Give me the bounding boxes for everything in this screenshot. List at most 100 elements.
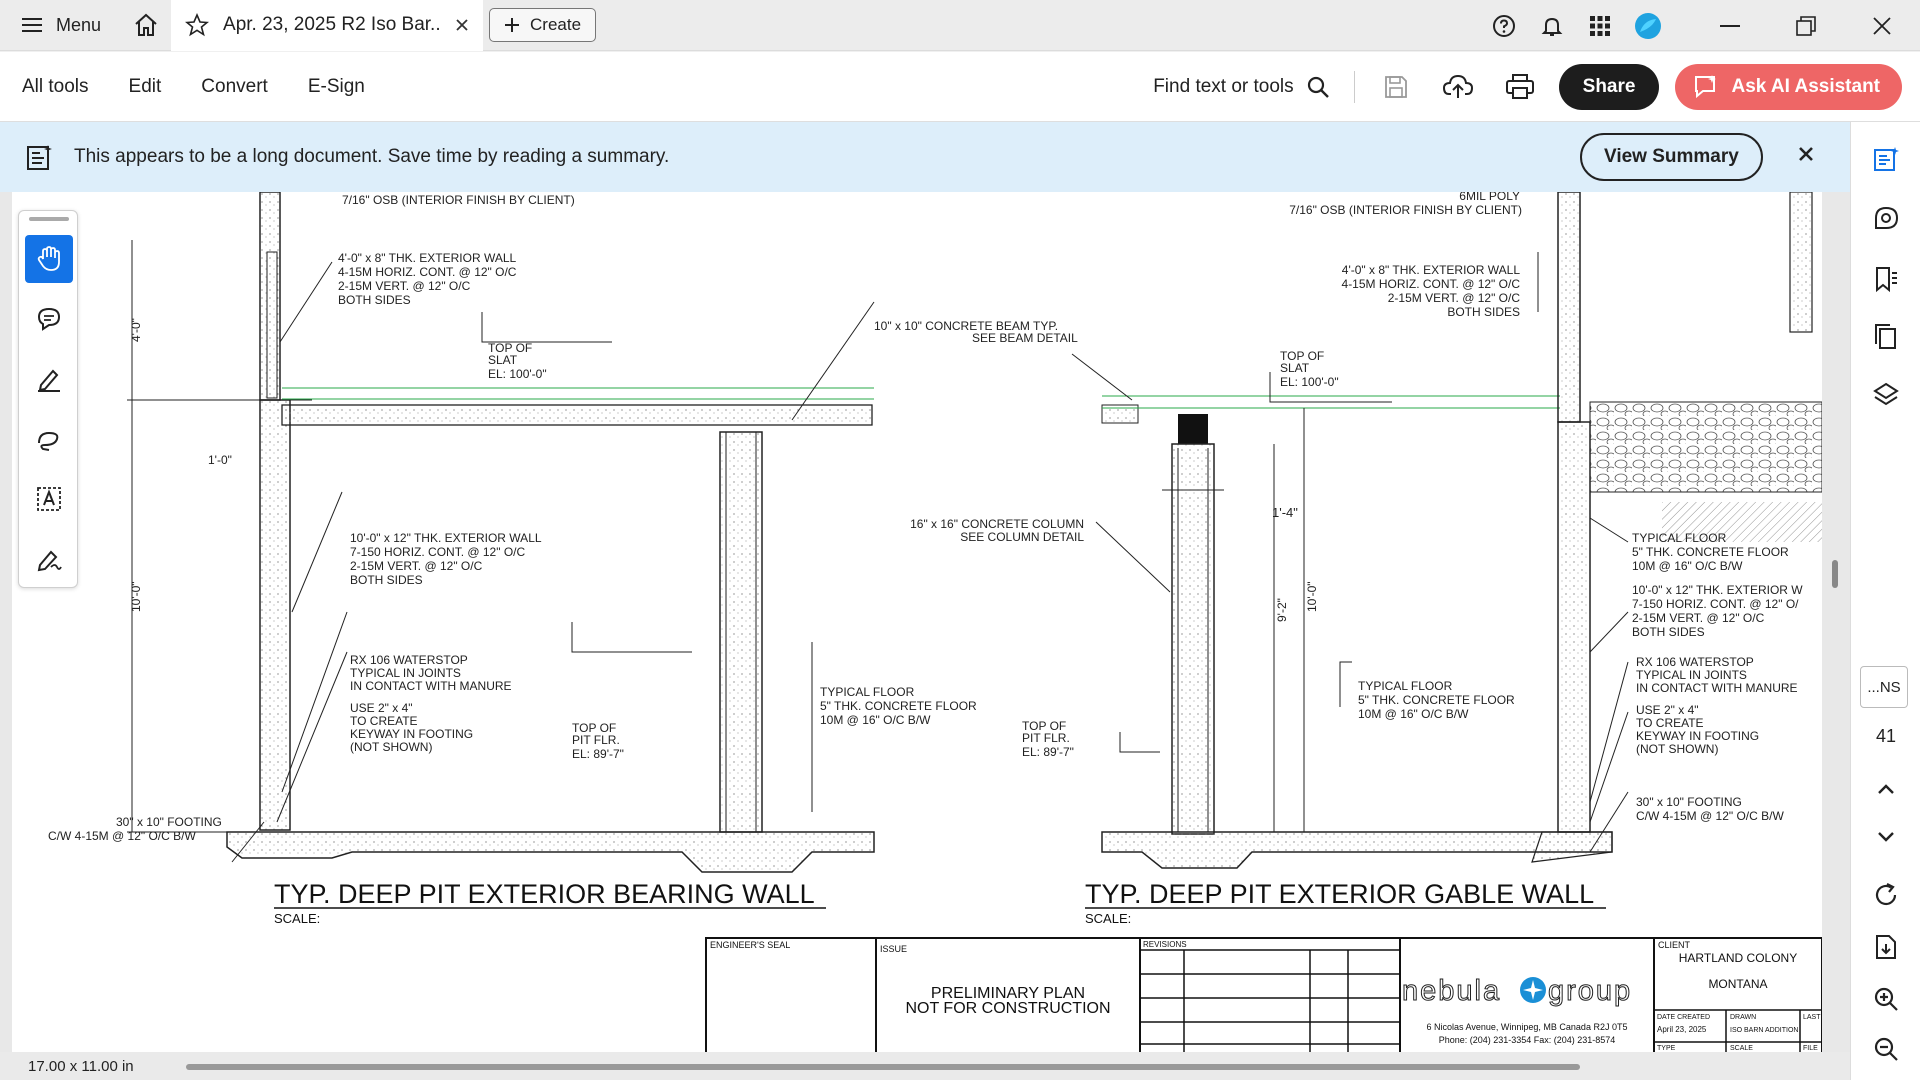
status-bar: 17.00 x 11.00 in — [0, 1052, 1850, 1080]
menu-button[interactable]: Menu — [0, 0, 121, 51]
type-label: TYPE — [1657, 1045, 1676, 1052]
notifications-button[interactable] — [1528, 0, 1576, 51]
note-line: 2-15M VERT. @ 12" O/C — [1632, 611, 1765, 625]
previous-page-button[interactable] — [1871, 774, 1901, 804]
note-line: TYPICAL FLOOR — [1632, 531, 1727, 545]
note-line: TYPICAL FLOOR — [820, 685, 915, 699]
document-arrow-icon — [1876, 935, 1896, 959]
print-button[interactable] — [1489, 52, 1551, 122]
find-tools-button[interactable]: Find text or tools — [1153, 71, 1355, 103]
note-line: USE 2" x 4" — [350, 701, 413, 715]
lower-wall-right — [1557, 421, 1591, 833]
ai-summary-icon — [1874, 147, 1899, 171]
zoom-out-icon — [1874, 1037, 1898, 1061]
note-typ-floor: TYPICAL FLOOR 5" THK. CONCRETE FLOOR 10M… — [820, 685, 977, 727]
star-icon[interactable] — [185, 13, 210, 37]
help-icon — [1493, 14, 1515, 37]
ai-summary-panel-button[interactable] — [1871, 144, 1901, 174]
layers-panel-button[interactable] — [1871, 380, 1901, 410]
note-line: 4-15M HORIZ. CONT. @ 12" O/C — [338, 265, 517, 279]
next-page-button[interactable] — [1871, 822, 1901, 852]
note-line: TYPICAL IN JOINTS — [350, 666, 461, 680]
note-line: PIT FLR. — [1022, 731, 1070, 745]
home-icon — [135, 13, 157, 36]
zoom-out-button[interactable] — [1871, 1034, 1901, 1064]
minimize-button[interactable] — [1692, 0, 1768, 51]
create-label: Create — [530, 15, 582, 34]
document-tab[interactable]: Apr. 23, 2025 R2 Iso Bar... — [171, 0, 484, 51]
ai-label: Ask AI Assistant — [1731, 76, 1880, 97]
page-thumbnail-label[interactable]: ...NS — [1860, 666, 1908, 708]
home-button[interactable] — [121, 0, 171, 51]
note-line: IN CONTACT WITH MANURE — [1636, 681, 1798, 695]
banner-close-button[interactable] — [1798, 142, 1814, 168]
note-line: 30" x 10" FOOTING — [116, 815, 222, 829]
dim-10-0: 10'-0" — [129, 581, 143, 612]
date-created-label: DATE CREATED — [1657, 1014, 1710, 1021]
note-line: 10'-0" x 12" THK. EXTERIOR WALL — [350, 531, 542, 545]
edit-menu[interactable]: Edit — [129, 76, 162, 98]
vertical-scrollbar[interactable] — [1832, 560, 1838, 588]
note-waterstop: RX 106 WATERSTOP TYPICAL IN JOINTS IN CO… — [350, 653, 512, 693]
ai-assistant-button[interactable]: Ask AI Assistant — [1675, 64, 1902, 110]
note-keyway-right: USE 2" x 4" TO CREATE KEYWAY IN FOOTING … — [1636, 703, 1759, 756]
horizontal-scrollbar[interactable] — [186, 1064, 1580, 1070]
bookmarks-panel-button[interactable] — [1871, 264, 1901, 294]
bell-icon — [1541, 17, 1563, 36]
minimize-icon — [1720, 24, 1740, 27]
page-extract-button[interactable] — [1871, 932, 1901, 962]
rotate-icon — [1875, 883, 1897, 906]
revisions-label: REVISIONS — [1143, 940, 1187, 949]
draw-tool-button[interactable] — [25, 415, 73, 463]
sign-tool-button[interactable] — [25, 535, 73, 583]
create-button[interactable]: Create — [489, 8, 597, 42]
hand-icon — [37, 246, 60, 271]
note-line: TO CREATE — [1636, 716, 1704, 730]
note-line: 4-15M HORIZ. CONT. @ 12" O/C — [1342, 277, 1521, 291]
hand-tool-button[interactable] — [25, 235, 73, 283]
chevron-down-icon — [1878, 832, 1894, 842]
note-column: 16" x 16" CONCRETE COLUMN SEE COLUMN DET… — [910, 517, 1084, 544]
text-tool-button[interactable] — [25, 475, 73, 523]
menu-label: Menu — [56, 14, 102, 35]
comments-panel-button[interactable] — [1871, 204, 1901, 234]
pages-panel-button[interactable] — [1871, 322, 1901, 352]
save-button[interactable] — [1365, 52, 1427, 122]
profile-button[interactable] — [1624, 0, 1672, 51]
left-scale-label: SCALE: — [274, 911, 320, 926]
esign-menu[interactable]: E-Sign — [308, 76, 365, 98]
palette-grip[interactable] — [29, 217, 69, 221]
document-viewport[interactable]: 7/16" OSB (INTERIOR FINISH BY CLIENT) 4'… — [0, 192, 1850, 1080]
note-line: BOTH SIDES — [338, 293, 411, 307]
toolbar-right: Find text or tools Share Ask AI Assistan… — [1153, 52, 1902, 122]
note-line: KEYWAY IN FOOTING — [350, 727, 473, 741]
convert-menu[interactable]: Convert — [201, 76, 268, 98]
note-line: TYPICAL IN JOINTS — [1636, 668, 1747, 682]
drawn-label: DRAWN — [1730, 1014, 1756, 1021]
drawing-canvas: 7/16" OSB (INTERIOR FINISH BY CLIENT) 4'… — [48, 192, 1822, 1052]
dim-1-4: 1'-4" — [1272, 505, 1298, 520]
note-line: 4'-0" x 8" THK. EXTERIOR WALL — [1342, 263, 1521, 277]
note-line: USE 2" x 4" — [1636, 703, 1699, 717]
note-line: 30" x 10" FOOTING — [1636, 795, 1742, 809]
all-tools-menu[interactable]: All tools — [22, 76, 89, 98]
restore-button[interactable] — [1768, 0, 1844, 51]
help-button[interactable] — [1480, 0, 1528, 51]
close-tab-icon[interactable] — [455, 18, 469, 32]
zoom-in-button[interactable] — [1871, 984, 1901, 1014]
apps-button[interactable] — [1576, 0, 1624, 51]
rotate-button[interactable] — [1871, 880, 1901, 910]
note-line: 16" x 16" CONCRETE COLUMN — [910, 517, 1084, 531]
far-right-wall — [1789, 192, 1813, 333]
close-window-button[interactable] — [1844, 0, 1920, 51]
share-button[interactable]: Share — [1558, 64, 1660, 110]
company-phone: Phone: (204) 231-3354 Fax: (204) 231-857… — [1439, 1035, 1616, 1045]
note-typ-floor-mid: TYPICAL FLOOR 5" THK. CONCRETE FLOOR 10M… — [1358, 679, 1515, 721]
drawn-value: ISO BARN ADDITION — [1730, 1027, 1798, 1034]
upload-button[interactable] — [1427, 52, 1489, 122]
highlight-tool-button[interactable] — [25, 355, 73, 403]
logo-text-right: group — [1548, 975, 1632, 1007]
comment-tool-button[interactable] — [25, 295, 73, 343]
view-summary-button[interactable]: View Summary — [1580, 133, 1763, 181]
title-right-controls — [1480, 0, 1920, 51]
